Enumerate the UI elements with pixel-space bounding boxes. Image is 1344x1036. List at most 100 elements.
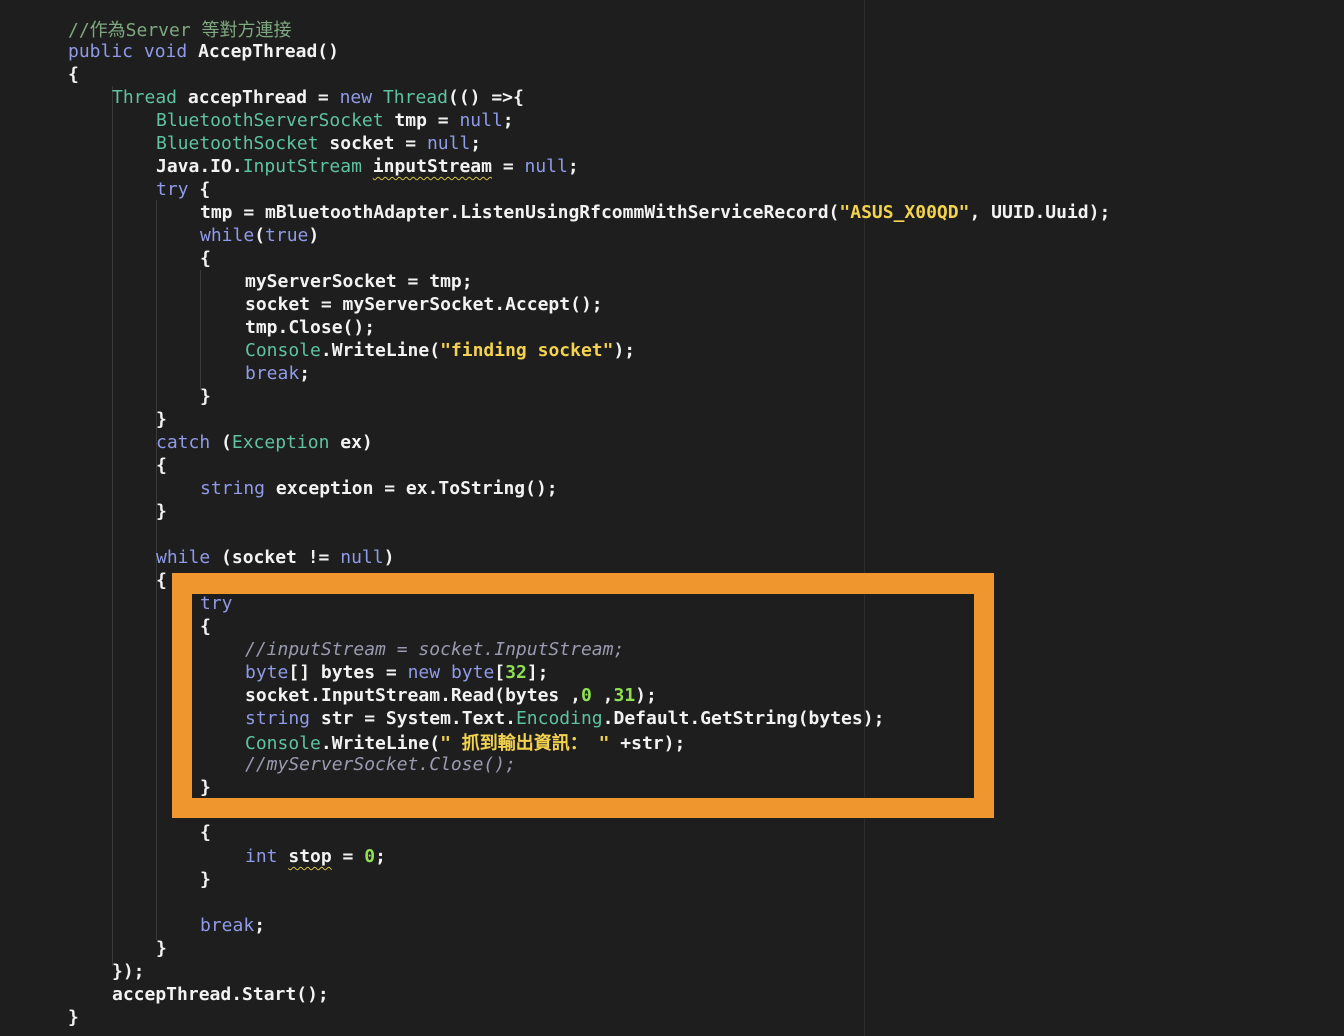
code-token: InputStream (242, 156, 362, 177)
code-token: ) (308, 225, 320, 246)
code-token: try (156, 179, 189, 200)
code-token: } (68, 1007, 79, 1028)
code-token: socket = myServerSocket.Accept(); (245, 294, 603, 315)
code-line[interactable]: { (200, 247, 211, 270)
code-token: { (188, 179, 211, 200)
code-line[interactable]: { (200, 821, 211, 844)
code-token: , UUID.Uuid); (969, 202, 1111, 223)
code-token: } (200, 869, 211, 890)
indent-guide (200, 270, 201, 390)
code-line[interactable]: int stop = 0; (245, 845, 386, 868)
code-token: int (245, 846, 278, 867)
code-token: true (265, 225, 309, 246)
code-token: while (156, 547, 211, 568)
code-token: break (245, 363, 300, 384)
code-token: (() =>{ (447, 87, 524, 108)
code-token: 0 (364, 846, 376, 867)
code-token: null (426, 133, 471, 154)
code-line[interactable]: } (68, 1006, 79, 1029)
code-token: AccepThread() (187, 41, 339, 62)
code-line[interactable]: } (200, 868, 211, 891)
code-token: = (491, 156, 525, 177)
code-line[interactable]: BluetoothServerSocket tmp = null; (156, 109, 514, 132)
code-token: ); (613, 340, 636, 361)
code-token: ; (470, 133, 482, 154)
code-token: ; (502, 110, 514, 131)
code-token: "ASUS_X00QD" (839, 202, 970, 223)
code-token: new (339, 87, 373, 108)
code-token: BluetoothSocket (156, 133, 319, 154)
code-token: null (459, 110, 503, 131)
code-line[interactable]: socket = myServerSocket.Accept(); (245, 293, 603, 316)
code-token: } (156, 938, 167, 959)
code-line[interactable]: { (156, 454, 167, 477)
code-line[interactable]: break; (200, 914, 265, 937)
code-token: //作為Server 等對方連接 (68, 20, 292, 41)
code-token: null (340, 547, 384, 568)
code-line[interactable]: Thread accepThread = new Thread(() =>{ (112, 86, 524, 109)
code-token: public (68, 41, 134, 62)
code-token: stop (288, 846, 332, 867)
code-token: }); (112, 961, 145, 982)
code-line[interactable]: myServerSocket = tmp; (245, 270, 473, 293)
code-token: void (143, 41, 188, 62)
code-token: ) (383, 547, 395, 568)
code-token: myServerSocket = tmp; (245, 271, 473, 292)
code-line[interactable]: try { (156, 178, 210, 201)
code-token: while (200, 225, 255, 246)
code-token: socket = (318, 133, 427, 154)
code-token: tmp = mBluetoothAdapter.ListenUsingRfcom… (200, 202, 840, 223)
code-line[interactable]: } (156, 500, 167, 523)
code-editor[interactable]: //作為Server 等對方連接 public void AccepThread(… (0, 0, 1344, 1036)
code-token: Thread (382, 87, 448, 108)
code-line[interactable]: tmp.Close(); (245, 316, 375, 339)
code-token: null (524, 156, 568, 177)
code-token: { (156, 455, 167, 476)
code-line[interactable]: }); (112, 960, 145, 983)
code-line[interactable]: public void AccepThread() (68, 40, 339, 63)
code-line[interactable]: while(true) (200, 224, 319, 247)
code-token: accepThread = (177, 87, 340, 108)
code-line[interactable]: //作為Server 等對方連接 (68, 19, 292, 42)
code-token: catch (156, 432, 211, 453)
code-token: ; (375, 846, 386, 867)
code-token: exception = ex.ToString(); (265, 478, 558, 499)
indent-guide (112, 86, 113, 966)
code-token: tmp.Close(); (245, 317, 376, 338)
code-token: ex) (329, 432, 373, 453)
code-token: } (156, 409, 167, 430)
code-token: Java.IO. (156, 156, 243, 177)
code-line[interactable]: } (156, 937, 167, 960)
code-line[interactable]: tmp = mBluetoothAdapter.ListenUsingRfcom… (200, 201, 1110, 224)
code-line[interactable]: } (156, 408, 167, 431)
code-token: { (200, 822, 211, 843)
code-token: "finding socket" (440, 340, 614, 361)
code-token: ; (567, 156, 579, 177)
code-token: (socket != (210, 547, 341, 568)
code-line[interactable]: } (200, 385, 211, 408)
indent-guide (864, 0, 865, 1036)
code-line[interactable]: Console.WriteLine("finding socket"); (245, 339, 635, 362)
highlight-box (172, 573, 994, 818)
code-line[interactable]: Java.IO.InputStream inputStream = null; (156, 155, 579, 178)
code-line[interactable]: while (socket != null) (156, 546, 394, 569)
code-line[interactable]: catch (Exception ex) (156, 431, 373, 454)
code-token: break (200, 915, 255, 936)
code-token: ( (210, 432, 232, 453)
code-token: accepThread.Start(); (112, 984, 329, 1005)
code-token: { (156, 570, 167, 591)
code-token: Console (245, 340, 321, 361)
code-line[interactable]: { (156, 569, 167, 592)
code-line[interactable]: { (68, 63, 79, 86)
code-token: .WriteLine( (320, 340, 441, 361)
code-token: ( (254, 225, 266, 246)
code-line[interactable]: BluetoothSocket socket = null; (156, 132, 481, 155)
code-line[interactable]: break; (245, 362, 310, 385)
code-line[interactable]: accepThread.Start(); (112, 983, 329, 1006)
code-line[interactable]: string exception = ex.ToString(); (200, 477, 558, 500)
code-token: { (68, 64, 79, 85)
code-token: } (156, 501, 167, 522)
